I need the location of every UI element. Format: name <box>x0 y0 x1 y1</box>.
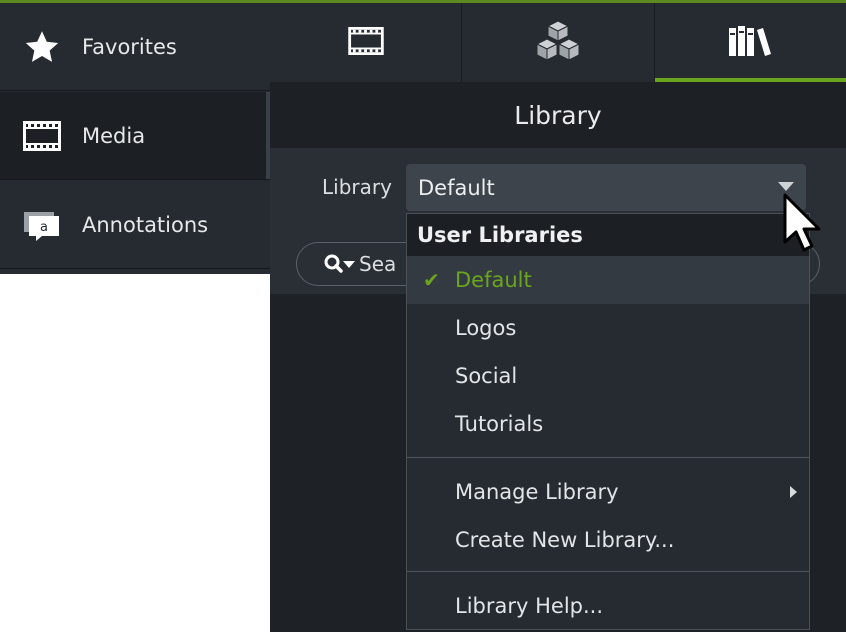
library-select[interactable]: Default <box>406 164 806 211</box>
menu-item-library-help[interactable]: Library Help... <box>407 582 809 630</box>
menu-item-social[interactable]: Social <box>407 352 809 400</box>
menu-item-manage-library[interactable]: Manage Library <box>407 468 809 516</box>
library-select-value: Default <box>418 175 495 200</box>
sidebar-item-favorites[interactable]: Favorites <box>0 3 270 91</box>
search-icon[interactable] <box>323 253 357 275</box>
svg-text:a: a <box>40 220 48 235</box>
tab-bar <box>270 3 846 82</box>
library-dropdown-menu: User Libraries ✔ Default Logos Social Tu… <box>406 213 810 630</box>
mouse-cursor-icon <box>782 192 826 258</box>
menu-item-label: Library Help... <box>455 594 604 618</box>
chevron-right-icon <box>790 486 797 498</box>
cubes-icon <box>533 19 583 67</box>
menu-item-label: Social <box>455 364 518 388</box>
books-icon <box>727 24 773 62</box>
sidebar-item-label: Favorites <box>82 34 177 59</box>
library-label: Library <box>322 175 392 199</box>
film-strip-icon <box>20 116 64 156</box>
film-strip-icon <box>347 26 384 59</box>
menu-item-create-library[interactable]: Create New Library... <box>407 516 809 564</box>
checkmark-icon: ✔ <box>423 268 440 292</box>
tab-library[interactable] <box>654 3 846 82</box>
menu-divider <box>407 571 809 572</box>
star-icon <box>20 27 64 67</box>
menu-item-label: Default <box>455 268 532 292</box>
page-title: Library <box>270 82 846 148</box>
sidebar-item-label: Annotations <box>82 212 209 237</box>
menu-divider <box>407 457 809 458</box>
menu-item-label: Create New Library... <box>455 528 675 552</box>
menu-item-label: Manage Library <box>455 480 619 504</box>
sidebar-item-label: Media <box>82 123 146 148</box>
tab-assets[interactable] <box>462 3 655 82</box>
menu-item-tutorials[interactable]: Tutorials <box>407 400 809 448</box>
menu-item-label: Logos <box>455 316 517 340</box>
tab-media[interactable] <box>270 3 463 82</box>
sidebar-item-annotations[interactable]: a Annotations <box>0 181 270 269</box>
sidebar-item-media[interactable]: Media <box>0 92 270 180</box>
callout-icon: a <box>20 205 64 245</box>
menu-section-header: User Libraries <box>407 214 809 256</box>
menu-item-label: Tutorials <box>455 412 544 436</box>
chevron-down-icon <box>778 182 794 191</box>
menu-item-logos[interactable]: Logos <box>407 304 809 352</box>
sidebar: Favorites Media a Annotations <box>0 3 270 274</box>
menu-item-default[interactable]: ✔ Default <box>407 256 809 304</box>
search-placeholder: Sea <box>359 252 397 276</box>
